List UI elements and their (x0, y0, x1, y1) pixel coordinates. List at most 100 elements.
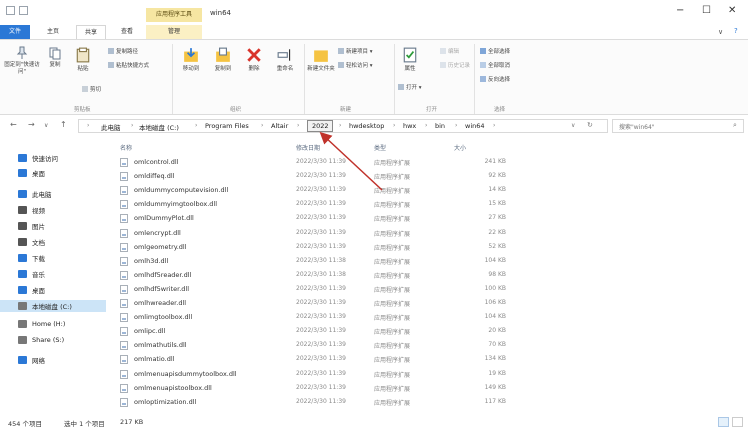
breadcrumb-2022[interactable]: 2022 (312, 122, 329, 130)
table-row[interactable]: omlDummyPlot.dll 2022/3/30 11:39 应用程序扩展 27 … (112, 211, 632, 225)
table-row[interactable]: omlmenuapisdummytoolbox.dll 2022/3/30 11:… (112, 367, 632, 381)
large-icons-view-icon[interactable] (732, 417, 743, 427)
tab-manage[interactable]: 管理 (146, 25, 202, 39)
file-date: 2022/3/30 11:39 (296, 313, 346, 321)
table-row[interactable]: omlhwreader.dll 2022/3/30 11:39 应用程序扩展 106 … (112, 296, 632, 310)
breadcrumb-hwx[interactable]: hwx (403, 122, 416, 130)
file-date: 2022/3/30 11:38 (296, 270, 346, 278)
table-row[interactable]: omldiffeq.dll 2022/3/30 11:39 应用程序扩展 92 KB (112, 169, 632, 183)
table-row[interactable]: omlcontrol.dll 2022/3/30 11:39 应用程序扩展 241 K… (112, 155, 632, 169)
recent-locations-icon[interactable]: ∨ (44, 122, 48, 129)
column-header-name[interactable]: 名称 (120, 143, 132, 152)
nav-item-pictures[interactable]: 图片 (18, 220, 45, 232)
nav-item-documents[interactable]: 文档 (18, 236, 45, 248)
search-input[interactable]: 搜索"win64" ⌕ (612, 119, 744, 133)
select-all-button[interactable]: 全部选择 (480, 48, 510, 57)
nav-item-local-disk[interactable]: 本地磁盘 (C:) (0, 300, 106, 312)
new-folder-button[interactable]: 新建文件夹 (306, 46, 336, 73)
table-row[interactable]: omlhdf5reader.dll 2022/3/30 11:38 应用程序扩展 98… (112, 268, 632, 282)
nav-item-downloads[interactable]: 下载 (18, 252, 45, 264)
tab-home[interactable]: 主页 (38, 25, 68, 39)
new-item-button[interactable]: 新建项目 ▾ (338, 48, 373, 57)
table-row[interactable]: omlimgtoolbox.dll 2022/3/30 11:39 应用程序扩展 10… (112, 310, 632, 324)
paste-button[interactable]: 粘贴 (70, 46, 96, 73)
maximize-button[interactable]: ☐ (702, 5, 711, 16)
table-row[interactable]: omlencrypt.dll 2022/3/30 11:39 应用程序扩展 22 KB (112, 226, 632, 240)
properties-button[interactable]: 属性 (398, 46, 422, 73)
refresh-icon[interactable]: ↻ (587, 121, 593, 129)
nav-item-music[interactable]: 音乐 (18, 268, 45, 280)
nav-item-quick-access[interactable]: 快速访问 (18, 152, 58, 164)
table-row[interactable]: omloptimization.dll 2022/3/30 11:39 应用程序扩展… (112, 395, 632, 409)
file-type: 应用程序扩展 (374, 343, 411, 351)
table-row[interactable]: omlgeometry.dll 2022/3/30 11:39 应用程序扩展 52 K… (112, 240, 632, 254)
copy-path-button[interactable]: 复制路径 (108, 48, 138, 57)
open-button[interactable]: 打开 ▾ (398, 84, 422, 93)
breadcrumb-win64[interactable]: win64 (465, 122, 485, 130)
column-header-date[interactable]: 修改日期 (296, 143, 320, 152)
nav-item-desktop-2[interactable]: 桌面 (18, 284, 45, 296)
ribbon-separator (474, 44, 475, 114)
table-row[interactable]: omldummyimgtoolbox.dll 2022/3/30 11:39 应用程… (112, 197, 632, 211)
close-button[interactable]: ✕ (728, 5, 736, 16)
easy-access-button[interactable]: 轻松访问 ▾ (338, 62, 373, 71)
new-folder-icon[interactable] (19, 6, 28, 15)
music-icon (18, 270, 27, 278)
cut-button[interactable]: 剪切 (82, 86, 101, 95)
table-row[interactable]: omlh3d.dll 2022/3/30 11:38 应用程序扩展 104 KB (112, 254, 632, 268)
copy-to-button[interactable]: 复制到 (208, 46, 238, 73)
forward-arrow-icon[interactable]: → (28, 120, 35, 129)
breadcrumb-bin[interactable]: bin (435, 122, 445, 130)
tab-share[interactable]: 共享 (76, 25, 106, 39)
delete-button[interactable]: 删除 (242, 46, 266, 73)
file-date: 2022/3/30 11:39 (296, 228, 346, 236)
breadcrumb-altair[interactable]: Altair (271, 122, 288, 130)
table-row[interactable]: omlhdf5writer.dll 2022/3/30 11:39 应用程序扩展 10… (112, 282, 632, 296)
navigation-bar: ← → ∨ ↑ › 此电脑 › 本地磁盘 (C:) › Program File… (0, 118, 748, 134)
properties-icon[interactable] (6, 6, 15, 15)
file-type: 应用程序扩展 (374, 357, 411, 365)
column-header-size[interactable]: 大小 (454, 143, 466, 152)
nav-item-home-drive[interactable]: Home (H:) (18, 318, 65, 330)
move-to-button[interactable]: 移动到 (176, 46, 206, 73)
selected-count: 选中 1 个项目 (64, 420, 105, 428)
table-row[interactable]: omlmenuapistoolbox.dll 2022/3/30 11:39 应用程… (112, 381, 632, 395)
dll-file-icon (120, 172, 128, 182)
nav-item-share-drive[interactable]: Share (S:) (18, 334, 64, 346)
file-type: 应用程序扩展 (374, 371, 411, 379)
paste-shortcut-button[interactable]: 粘贴快捷方式 (108, 62, 149, 71)
table-row[interactable]: omlipc.dll 2022/3/30 11:39 应用程序扩展 20 KB (112, 324, 632, 338)
rename-button[interactable]: 重命名 (270, 46, 300, 73)
breadcrumb-this-pc[interactable]: 此电脑 (101, 122, 121, 132)
invert-selection-button[interactable]: 反向选择 (480, 76, 510, 85)
nav-item-desktop[interactable]: 桌面 (18, 167, 45, 179)
tab-file[interactable]: 文件 (0, 25, 30, 39)
file-size: 20 KB (488, 327, 506, 335)
pin-quick-access-button[interactable]: 固定到"快速访问" (4, 46, 40, 76)
back-arrow-icon[interactable]: ← (10, 120, 17, 129)
breadcrumb-program-files[interactable]: Program Files (205, 122, 249, 130)
table-row[interactable]: omldummycomputevision.dll 2022/3/30 11:39… (112, 183, 632, 197)
address-bar[interactable]: › 此电脑 › 本地磁盘 (C:) › Program Files › Alta… (78, 119, 608, 133)
edit-button[interactable]: 编辑 (440, 48, 459, 57)
nav-item-network[interactable]: 网络 (18, 354, 45, 366)
table-row[interactable]: omlmathutils.dll 2022/3/30 11:39 应用程序扩展 70 … (112, 338, 632, 352)
address-dropdown-icon[interactable]: ∨ (571, 122, 575, 129)
tab-view[interactable]: 查看 (112, 25, 142, 39)
nav-item-this-pc[interactable]: 此电脑 (18, 188, 52, 200)
nav-item-videos[interactable]: 视频 (18, 204, 45, 216)
copy-button[interactable]: 复制 (44, 46, 66, 69)
dll-file-icon (120, 186, 128, 196)
history-button[interactable]: 历史记录 (440, 62, 470, 71)
file-date: 2022/3/30 11:39 (296, 397, 346, 405)
column-header-type[interactable]: 类型 (374, 143, 386, 152)
details-view-icon[interactable] (718, 417, 729, 427)
table-row[interactable]: omlmatio.dll 2022/3/30 11:39 应用程序扩展 134 KB (112, 352, 632, 366)
breadcrumb-local-disk[interactable]: 本地磁盘 (C:) (139, 122, 179, 132)
up-arrow-icon[interactable]: ↑ (60, 120, 67, 129)
help-icon[interactable]: ? (734, 27, 738, 35)
select-none-button[interactable]: 全部取消 (480, 62, 510, 71)
collapse-ribbon-icon[interactable]: ∨ (718, 28, 723, 36)
minimize-button[interactable]: − (676, 5, 684, 16)
breadcrumb-hwdesktop[interactable]: hwdesktop (349, 122, 384, 130)
